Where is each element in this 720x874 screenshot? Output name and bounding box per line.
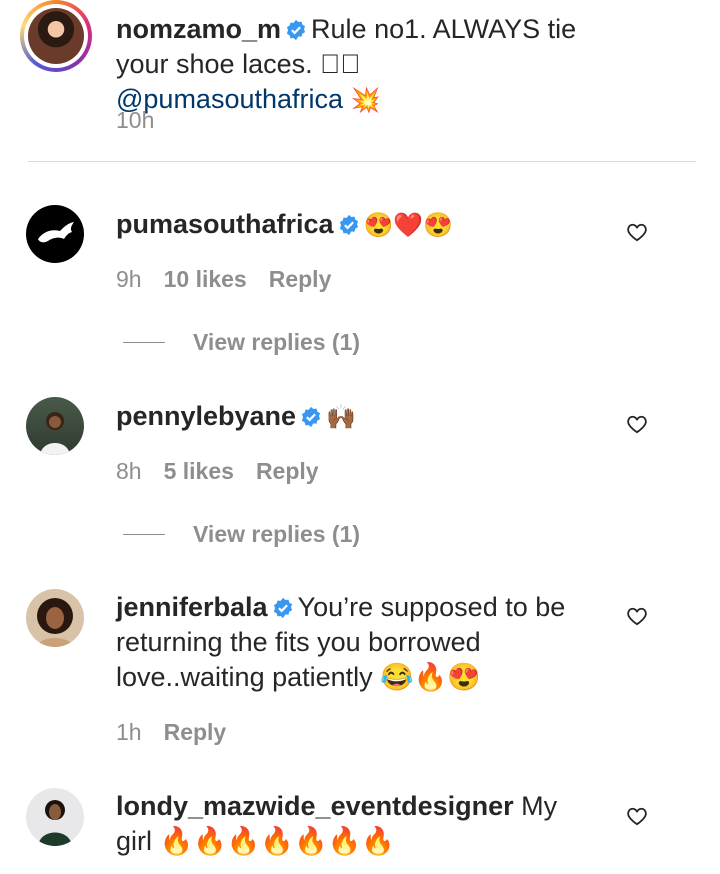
view-replies-label: View replies (1) (193, 521, 361, 547)
comments-screen: nomzamo_m Rule no1. ALWAYS tie your shoe … (0, 0, 720, 874)
verified-badge-icon (273, 597, 292, 619)
like-heart-icon[interactable] (626, 222, 648, 242)
post-caption-emoji: 💥 (350, 87, 381, 114)
puma-logo-icon (38, 222, 74, 243)
comment-time: 9h (116, 266, 142, 292)
view-replies-button[interactable]: View replies (1) (123, 521, 360, 548)
divider (28, 161, 696, 162)
comment-text-block: londy_mazwide_eventdesigner My girl 🔥🔥🔥🔥… (116, 789, 596, 859)
post-time: 10h (116, 107, 155, 133)
like-heart-icon[interactable] (626, 806, 648, 826)
comment-avatar-pennylebyane[interactable] (26, 397, 84, 455)
comment-meta: 1h Reply (116, 719, 226, 746)
comment-likes[interactable]: 5 likes (164, 458, 234, 485)
person-photo-icon (40, 412, 70, 455)
like-heart-icon[interactable] (626, 606, 648, 626)
comment-text-block: pumasouthafrica 😍❤️😍 (116, 207, 586, 243)
view-replies-line (123, 534, 165, 535)
comment-time: 8h (116, 458, 142, 484)
like-heart-icon[interactable] (626, 414, 648, 434)
comment-text: 😍❤️😍 (363, 212, 454, 239)
comment-likes[interactable]: 10 likes (164, 266, 247, 293)
comment-username[interactable]: londy_mazwide_eventdesigner (116, 791, 514, 821)
post-meta: 10h (116, 107, 154, 134)
reply-button[interactable]: Reply (269, 266, 332, 293)
post-caption: nomzamo_m Rule no1. ALWAYS tie your shoe … (116, 12, 586, 118)
verified-badge-icon (339, 214, 358, 236)
reply-button[interactable]: Reply (256, 458, 319, 485)
comment-username[interactable]: pumasouthafrica (116, 209, 334, 239)
comment-text-block: jenniferbala You’re supposed to be return… (116, 590, 596, 695)
view-replies-line (123, 342, 165, 343)
verified-badge-icon (286, 19, 306, 41)
comment-avatar-pumasouthafrica[interactable] (26, 205, 84, 263)
post-author-avatar[interactable] (20, 0, 92, 72)
comment-avatar-jenniferbala[interactable] (26, 589, 84, 647)
verified-badge-icon (301, 406, 321, 428)
comment-text-block: pennylebyane 🙌🏾 (116, 399, 586, 435)
comment-avatar-londy[interactable] (26, 788, 84, 846)
view-replies-button[interactable]: View replies (1) (123, 329, 360, 356)
comment-text: 🙌🏾 (326, 404, 356, 431)
comment-meta: 9h 10 likes Reply (116, 266, 331, 293)
person-photo-icon (36, 598, 74, 647)
post-author-username[interactable]: nomzamo_m (116, 14, 281, 44)
comment-username[interactable]: pennylebyane (116, 401, 296, 431)
reply-button[interactable]: Reply (164, 719, 227, 746)
comment-time: 1h (116, 719, 142, 745)
comment-username[interactable]: jenniferbala (116, 592, 268, 622)
view-replies-label: View replies (1) (193, 329, 361, 355)
comment-meta: 8h 5 likes Reply (116, 458, 319, 485)
person-photo-icon (38, 800, 72, 846)
